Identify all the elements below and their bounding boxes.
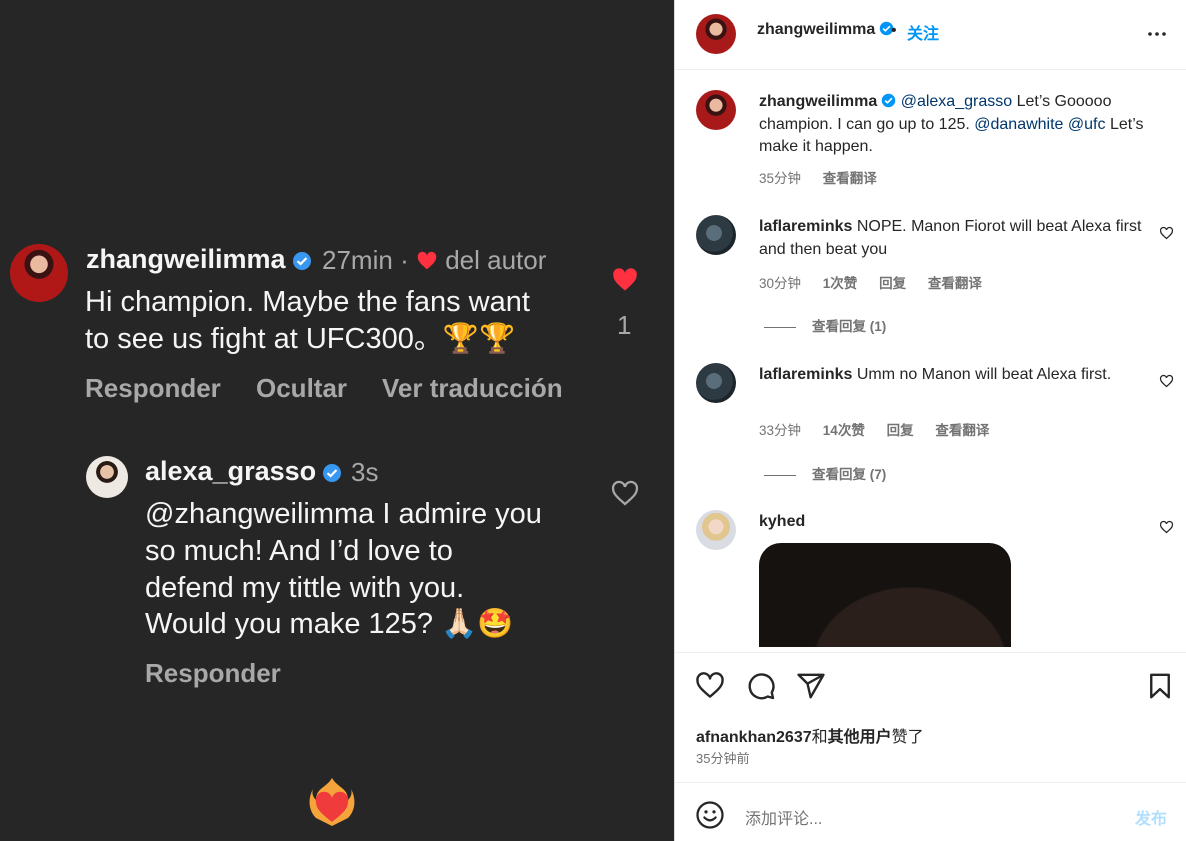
- commenter-avatar: [10, 244, 68, 302]
- comment-likes[interactable]: 1次赞: [823, 276, 858, 291]
- liked-by-suffix: 赞了: [891, 729, 924, 746]
- reply-action: Responder: [85, 373, 221, 403]
- comment-avatar[interactable]: [696, 215, 736, 255]
- comment-text: kyhed: [759, 511, 1154, 534]
- comment-username[interactable]: laflareminks: [759, 218, 852, 235]
- heart-outline-icon: [611, 480, 639, 506]
- caption-username[interactable]: zhangweilimma: [759, 93, 877, 110]
- see-translation-button[interactable]: 查看翻译: [935, 423, 989, 438]
- comment-text-line1: Hi champion. Maybe the fans want: [85, 286, 530, 318]
- post-time: 35分钟前: [696, 751, 750, 766]
- header-separator: •: [891, 22, 897, 39]
- see-translation-button[interactable]: 查看翻译: [823, 171, 877, 186]
- comment-image[interactable]: [759, 543, 1011, 647]
- hide-action: Ocultar: [256, 373, 348, 403]
- caption-time: 35分钟: [759, 171, 802, 186]
- divider: [764, 326, 796, 328]
- emoji-icon[interactable]: [695, 800, 725, 830]
- mention-link[interactable]: @alexa_grasso: [901, 93, 1012, 110]
- view-replies-button[interactable]: 查看回复 (1): [764, 315, 886, 335]
- verified-badge-icon: [292, 251, 311, 270]
- comment-username[interactable]: laflareminks: [759, 366, 852, 383]
- caption-meta: 35分钟 查看翻译: [759, 167, 895, 187]
- comment-body: Umm no Manon will beat Alexa first.: [852, 366, 1112, 383]
- add-comment-input[interactable]: 添加评论...: [745, 805, 822, 829]
- view-replies-label: 查看回复 (1): [812, 319, 887, 334]
- liked-by-others[interactable]: 其他用户: [828, 729, 892, 746]
- verified-badge-icon: [323, 463, 342, 482]
- comment-icon[interactable]: [746, 671, 776, 701]
- author-username[interactable]: zhangweilimma: [757, 21, 894, 39]
- author-avatar[interactable]: [696, 14, 736, 54]
- liked-by-text: afnankhan2637和其他用户赞了: [696, 723, 924, 747]
- reply-text-line4: Would you make 125? 🙏🏻🤩: [145, 608, 514, 640]
- like-icon[interactable]: [695, 671, 725, 701]
- reply-button[interactable]: 回复: [887, 423, 914, 438]
- view-replies-button[interactable]: 查看回复 (7): [764, 463, 886, 483]
- post-image: zhangweilimma 27min · del autor Hi champ…: [0, 0, 674, 841]
- reply-text-line2: so much! And I’d love to: [145, 535, 453, 567]
- reply-username: alexa_grasso: [145, 456, 342, 487]
- reply-respond-action: Responder: [145, 658, 281, 688]
- liked-heart-icon: [613, 268, 637, 291]
- liked-by-joiner: 和: [811, 729, 828, 746]
- comment-username[interactable]: kyhed: [759, 513, 805, 530]
- more-options-icon[interactable]: [1145, 22, 1169, 46]
- like-comment-icon[interactable]: [1159, 520, 1174, 535]
- comment-username: zhangweilimma: [86, 244, 312, 275]
- caption-avatar[interactable]: [696, 90, 736, 130]
- follow-button[interactable]: 关注: [907, 20, 939, 44]
- fire-heart-icon: [309, 778, 355, 826]
- comment-meta: 27min · del autor: [322, 245, 546, 276]
- comment-like-count: 1: [617, 310, 632, 340]
- comment-likes[interactable]: 14次赞: [823, 423, 865, 438]
- reply-time: 3s: [351, 457, 379, 487]
- share-icon[interactable]: [796, 671, 826, 701]
- reply-button[interactable]: 回复: [879, 276, 906, 291]
- translate-action: Ver traducción: [382, 373, 563, 403]
- heart-icon: [417, 251, 437, 270]
- comment-meta: 33分钟 14次赞 回复 查看翻译: [759, 419, 1007, 439]
- actions-divider: [675, 652, 1186, 653]
- comment-time: 30分钟: [759, 276, 802, 291]
- liked-by-user[interactable]: afnankhan2637: [696, 729, 812, 746]
- post-comment-button[interactable]: 发布: [1135, 805, 1167, 829]
- like-comment-icon[interactable]: [1159, 226, 1174, 241]
- comment-time: 27min: [322, 245, 393, 275]
- save-bookmark-icon[interactable]: [1145, 671, 1175, 701]
- view-replies-label: 查看回复 (7): [812, 467, 887, 482]
- mention-link[interactable]: @danawhite: [974, 116, 1063, 133]
- comment-text: laflareminks Umm no Manon will beat Alex…: [759, 364, 1154, 387]
- comment-meta: 30分钟 1次赞 回复 查看翻译: [759, 272, 1000, 292]
- reply-text-line3: defend my tittle with you.: [145, 572, 465, 604]
- verified-badge-icon: [882, 93, 896, 108]
- divider: [764, 474, 796, 476]
- comment-time: 33分钟: [759, 423, 802, 438]
- comment-text-line2: to see us fight at UFC300。🏆🏆: [85, 323, 516, 355]
- meta-separator: ·: [400, 245, 409, 275]
- liked-by-author: del autor: [445, 245, 547, 275]
- like-comment-icon[interactable]: [1159, 374, 1174, 389]
- see-translation-button[interactable]: 查看翻译: [928, 276, 982, 291]
- caption-text: zhangweilimma @alexa_grasso Let’s Gooooo…: [759, 91, 1154, 159]
- comment-text: laflareminks NOPE. Manon Fiorot will bea…: [759, 216, 1154, 261]
- reply-text-line1: @zhangweilimma I admire you: [145, 498, 542, 530]
- post-sidebar: zhangweilimma • 关注 zhangweilimma @alexa_…: [674, 0, 1186, 841]
- comment-avatar[interactable]: [696, 510, 736, 550]
- post-header: zhangweilimma • 关注: [675, 0, 1186, 70]
- add-comment-bar: 添加评论... 发布: [675, 782, 1186, 841]
- comment-avatar[interactable]: [696, 363, 736, 403]
- mention-link[interactable]: @ufc: [1068, 116, 1106, 133]
- reply-avatar: [86, 456, 128, 498]
